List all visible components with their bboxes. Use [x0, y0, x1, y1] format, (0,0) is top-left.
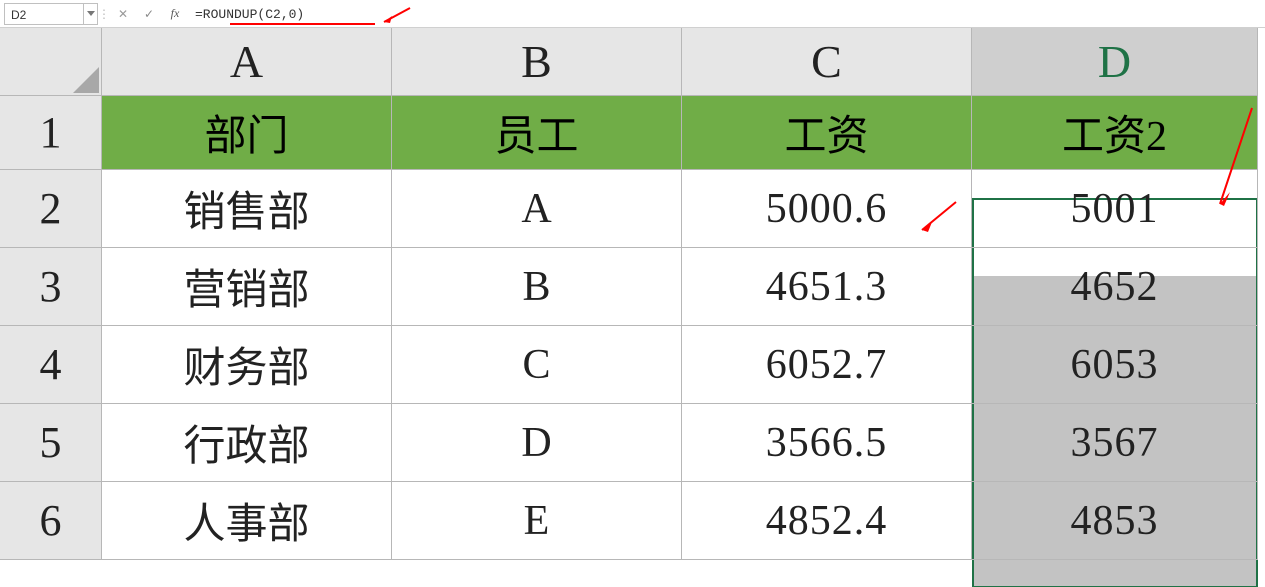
row-header-3[interactable]: 3 [0, 248, 102, 326]
cell-D4[interactable]: 6053 [972, 326, 1258, 404]
confirm-formula-button[interactable]: ✓ [138, 3, 160, 25]
cell-C3[interactable]: 4651.3 [682, 248, 972, 326]
col-header-D[interactable]: D [972, 28, 1258, 96]
cell-C6[interactable]: 4852.4 [682, 482, 972, 560]
cell-B5[interactable]: D [392, 404, 682, 482]
row-header-2[interactable]: 2 [0, 170, 102, 248]
cancel-formula-button[interactable]: ✕ [112, 3, 134, 25]
cell-D2[interactable]: 5001 [972, 170, 1258, 248]
cell-C5[interactable]: 3566.5 [682, 404, 972, 482]
cell-A6[interactable]: 人事部 [102, 482, 392, 560]
row-header-5[interactable]: 5 [0, 404, 102, 482]
cell-D3[interactable]: 4652 [972, 248, 1258, 326]
cell-A3[interactable]: 营销部 [102, 248, 392, 326]
table-row: 6 人事部 E 4852.4 4853 [0, 482, 1265, 560]
cell-A2[interactable]: 销售部 [102, 170, 392, 248]
annotation-underline [230, 23, 375, 25]
table-row: 5 行政部 D 3566.5 3567 [0, 404, 1265, 482]
cancel-icon: ✕ [118, 7, 128, 21]
select-all-corner[interactable] [0, 28, 102, 96]
insert-function-button[interactable]: fx [164, 3, 186, 25]
chevron-down-icon [87, 11, 95, 16]
cell-C4[interactable]: 6052.7 [682, 326, 972, 404]
cell-A4[interactable]: 财务部 [102, 326, 392, 404]
formula-bar: D2 ⋮ ✕ ✓ fx =ROUNDUP(C2,0) [0, 0, 1265, 28]
cell-B3[interactable]: B [392, 248, 682, 326]
check-icon: ✓ [144, 7, 154, 21]
formula-input[interactable]: =ROUNDUP(C2,0) [188, 3, 1265, 25]
name-box-dropdown[interactable] [84, 3, 98, 25]
table-row: 3 营销部 B 4651.3 4652 [0, 248, 1265, 326]
cell-D6[interactable]: 4853 [972, 482, 1258, 560]
cell-A5[interactable]: 行政部 [102, 404, 392, 482]
cell-B4[interactable]: C [392, 326, 682, 404]
cell-A1[interactable]: 部门 [102, 96, 392, 170]
cell-C2[interactable]: 5000.6 [682, 170, 972, 248]
select-all-icon [73, 67, 99, 93]
cell-B1[interactable]: 员工 [392, 96, 682, 170]
cell-C1[interactable]: 工资 [682, 96, 972, 170]
column-header-row: A B C D [0, 28, 1265, 96]
col-header-B[interactable]: B [392, 28, 682, 96]
cell-B6[interactable]: E [392, 482, 682, 560]
name-box[interactable]: D2 [4, 3, 84, 25]
table-row: 4 财务部 C 6052.7 6053 [0, 326, 1265, 404]
col-header-C[interactable]: C [682, 28, 972, 96]
table-header-row: 1 部门 员工 工资 工资2 [0, 96, 1265, 170]
fx-icon: fx [171, 6, 180, 21]
row-header-4[interactable]: 4 [0, 326, 102, 404]
col-header-A[interactable]: A [102, 28, 392, 96]
cell-D1[interactable]: 工资2 [972, 96, 1258, 170]
divider: ⋮ [98, 7, 110, 21]
spreadsheet-grid[interactable]: A B C D 1 部门 员工 工资 工资2 2 销售部 A 5000.6 50… [0, 28, 1265, 560]
table-row: 2 销售部 A 5000.6 5001 [0, 170, 1265, 248]
row-header-1[interactable]: 1 [0, 96, 102, 170]
cell-B2[interactable]: A [392, 170, 682, 248]
cell-D5[interactable]: 3567 [972, 404, 1258, 482]
row-header-6[interactable]: 6 [0, 482, 102, 560]
